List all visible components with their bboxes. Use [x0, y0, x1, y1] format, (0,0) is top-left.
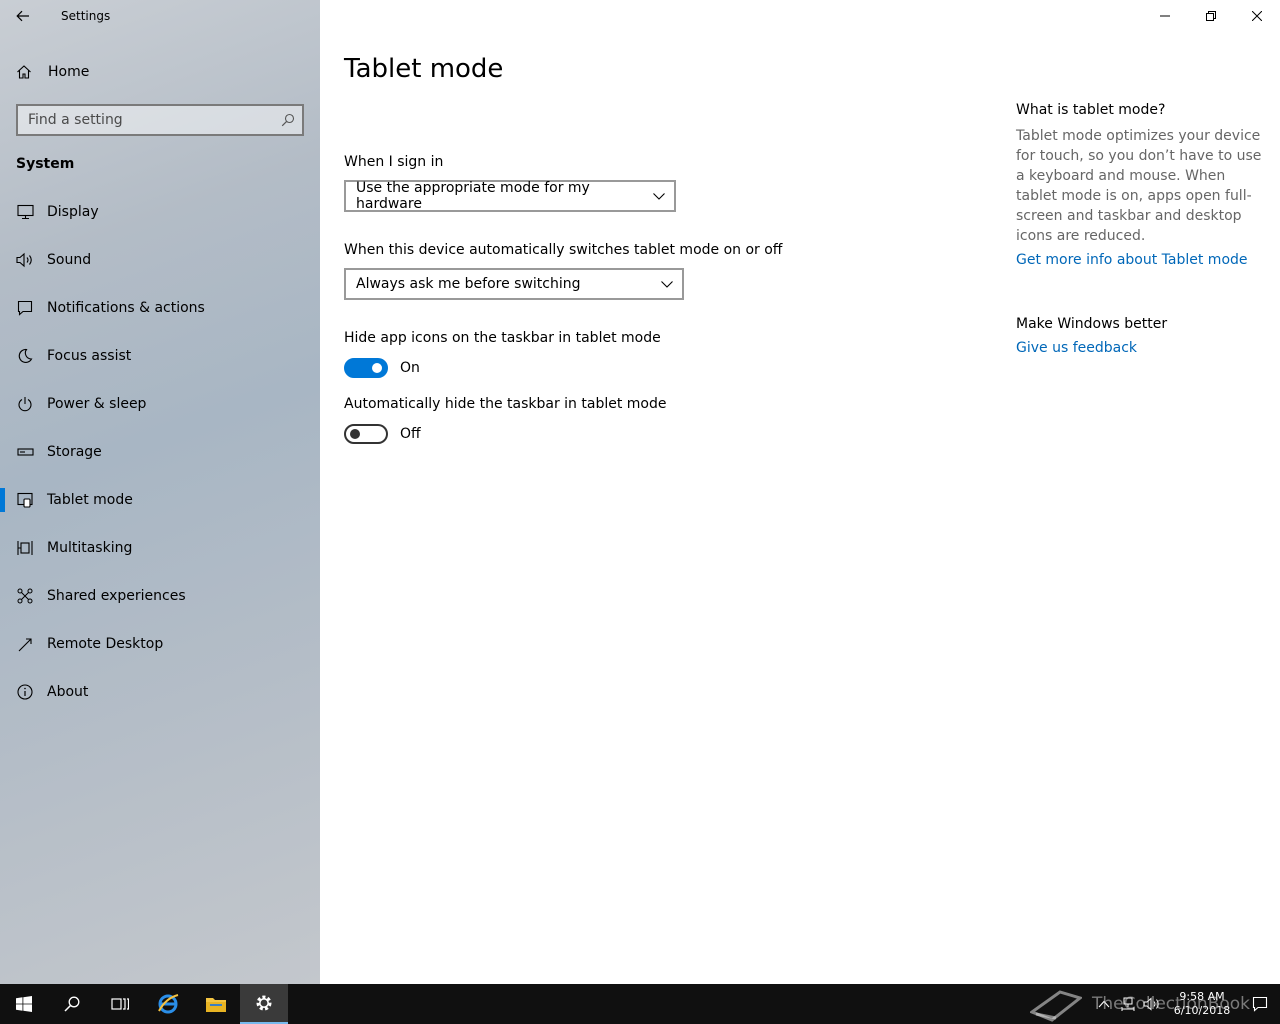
close-button[interactable] — [1234, 0, 1280, 32]
hide-icons-label: Hide app icons on the taskbar in tablet … — [344, 330, 661, 346]
restore-icon — [1206, 11, 1216, 21]
drive-icon — [16, 443, 34, 461]
minimize-icon — [1160, 15, 1170, 17]
internet-explorer-icon — [158, 994, 179, 1014]
home-icon — [17, 65, 31, 79]
sidebar-item-label: Multitasking — [47, 540, 133, 556]
info-icon — [16, 683, 34, 701]
moon-icon — [16, 347, 34, 365]
back-arrow-icon — [16, 10, 29, 22]
app-title: Settings — [61, 9, 111, 23]
tablet-icon — [16, 491, 34, 509]
gear-icon — [256, 995, 272, 1011]
message-icon — [16, 299, 34, 317]
back-button[interactable] — [0, 0, 46, 32]
remote-icon — [16, 635, 34, 653]
sidebar-item-sound[interactable]: Sound — [0, 236, 320, 284]
sidebar-item-display[interactable]: Display — [0, 188, 320, 236]
sidebar-item-multitasking[interactable]: Multitasking — [0, 524, 320, 572]
auto-switch-label: When this device automatically switches … — [344, 242, 783, 258]
sidebar-item-label: Focus assist — [47, 348, 132, 364]
chevron-down-icon — [644, 192, 674, 200]
settings-taskbar-button[interactable] — [240, 984, 288, 1024]
hide-icons-state: On — [400, 360, 420, 376]
sidebar-item-focus-assist[interactable]: Focus assist — [0, 332, 320, 380]
close-icon — [1252, 11, 1262, 21]
search-icon[interactable] — [274, 113, 302, 127]
group-title-system: System — [16, 156, 75, 172]
edge-browser-button[interactable] — [144, 984, 192, 1024]
sidebar-item-label: Power & sleep — [47, 396, 147, 412]
sidebar-item-label: Tablet mode — [47, 492, 133, 508]
sidebar-item-label: Display — [47, 204, 99, 220]
search-icon — [64, 996, 80, 1012]
search-box[interactable] — [16, 104, 304, 136]
sign-in-mode-dropdown[interactable]: Use the appropriate mode for my hardware — [344, 180, 676, 212]
speaker-icon — [16, 251, 34, 269]
folder-icon — [206, 998, 226, 1012]
restore-button[interactable] — [1188, 0, 1234, 32]
sidebar-item-shared-experiences[interactable]: Shared experiences — [0, 572, 320, 620]
task-view-button[interactable] — [96, 984, 144, 1024]
sidebar-item-label: Storage — [47, 444, 102, 460]
task-view-icon — [111, 998, 129, 1010]
toggle-knob — [372, 363, 382, 373]
search-taskbar-button[interactable] — [48, 984, 96, 1024]
sidebar-item-notifications[interactable]: Notifications & actions — [0, 284, 320, 332]
hide-icons-toggle-row: On — [344, 358, 420, 378]
sidebar-item-label: Notifications & actions — [47, 300, 205, 316]
watermark-text: TheCollectionBook — [1092, 994, 1251, 1014]
sidebar-item-tablet-mode[interactable]: Tablet mode — [0, 476, 320, 524]
home-label: Home — [48, 64, 90, 80]
sidebar: Settings Home System Display Sound Notif… — [0, 0, 320, 984]
feedback-link[interactable]: Give us feedback — [1016, 340, 1266, 356]
sidebar-item-label: Sound — [47, 252, 92, 268]
multitask-icon — [16, 539, 34, 557]
monitor-icon — [16, 203, 34, 221]
sidebar-item-label: Shared experiences — [47, 588, 186, 604]
related-info-panel: What is tablet mode? Tablet mode optimiz… — [1016, 102, 1266, 356]
toggle-knob — [350, 429, 360, 439]
sidebar-item-label: About — [47, 684, 89, 700]
watermark: TheCollectionBook — [1030, 984, 1250, 1024]
windows-logo-icon — [16, 996, 32, 1012]
window-caption-buttons — [1142, 0, 1280, 32]
page-title: Tablet mode — [344, 54, 504, 84]
sidebar-item-storage[interactable]: Storage — [0, 428, 320, 476]
sidebar-item-remote-desktop[interactable]: Remote Desktop — [0, 620, 320, 668]
hide-taskbar-label: Automatically hide the taskbar in tablet… — [344, 396, 667, 412]
hide-taskbar-state: Off — [400, 426, 421, 442]
power-icon — [16, 395, 34, 413]
hide-icons-toggle[interactable] — [344, 358, 388, 378]
sidebar-item-power-sleep[interactable]: Power & sleep — [0, 380, 320, 428]
auto-switch-value: Always ask me before switching — [356, 276, 581, 292]
search-input[interactable] — [28, 112, 274, 128]
book-logo-icon — [1030, 990, 1082, 1022]
sidebar-item-about[interactable]: About — [0, 668, 320, 716]
hide-taskbar-toggle-row: Off — [344, 424, 421, 444]
feedback-section: Make Windows better Give us feedback — [1016, 316, 1266, 356]
more-info-link[interactable]: Get more info about Tablet mode — [1016, 252, 1266, 268]
tablet-mode-description: Tablet mode optimizes your device for to… — [1016, 128, 1262, 244]
feedback-heading: Make Windows better — [1016, 316, 1168, 332]
tablet-mode-help-heading: What is tablet mode? — [1016, 102, 1166, 118]
file-explorer-button[interactable] — [192, 984, 240, 1024]
share-icon — [16, 587, 34, 605]
home-nav-item[interactable]: Home — [0, 52, 320, 92]
chevron-down-icon — [652, 280, 682, 288]
sidebar-item-label: Remote Desktop — [47, 636, 164, 652]
auto-switch-dropdown[interactable]: Always ask me before switching — [344, 268, 684, 300]
title-bar: Settings — [0, 0, 320, 32]
sign-in-label: When I sign in — [344, 154, 444, 170]
minimize-button[interactable] — [1142, 0, 1188, 32]
start-button[interactable] — [0, 984, 48, 1024]
sign-in-mode-value: Use the appropriate mode for my hardware — [356, 180, 590, 212]
hide-taskbar-toggle[interactable] — [344, 424, 388, 444]
sidebar-nav: Display Sound Notifications & actions Fo… — [0, 188, 320, 716]
